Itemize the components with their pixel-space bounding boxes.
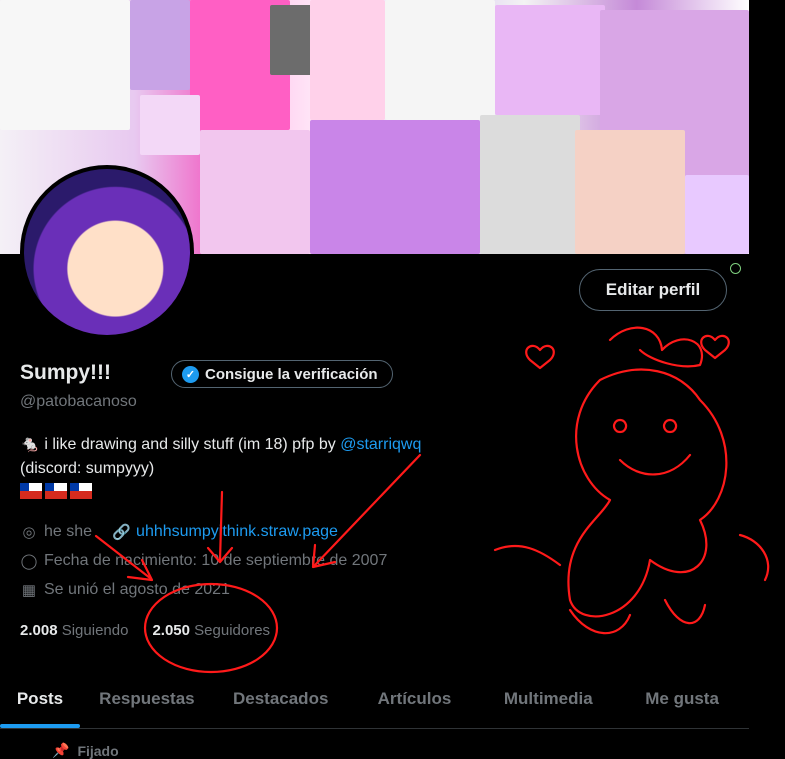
tab-likes[interactable]: Me gusta	[615, 670, 749, 728]
tab-articles[interactable]: Artículos	[348, 670, 482, 728]
tab-posts[interactable]: Posts	[0, 670, 80, 728]
status-dot	[730, 263, 741, 274]
followers-count[interactable]: 2.050 Seguidores	[152, 622, 270, 639]
verified-badge-icon: ✓	[182, 365, 199, 383]
banner-art-standing	[200, 130, 310, 254]
following-label: Siguiendo	[61, 622, 129, 639]
annotation-doodle-arms	[493, 533, 770, 582]
bio-line2: (discord: sumpyyy)	[20, 460, 155, 477]
followers-label: Seguidores	[194, 622, 271, 639]
pinned-indicator: 📌 Fijado	[52, 742, 119, 759]
tabs-divider	[0, 728, 749, 729]
display-name: Sumpy!!!	[20, 361, 111, 384]
get-verified-label: Consigue la verificación	[205, 365, 378, 383]
website-link[interactable]: uhhhsumpyithink.straw.page	[136, 523, 338, 541]
following-value: 2.008	[20, 622, 58, 639]
banner-art-purple	[310, 120, 480, 254]
bio-text: 🐁 i like drawing and silly stuff (im 18)…	[20, 436, 341, 453]
annotation-doodle-character	[567, 368, 728, 618]
banner-art-pixel	[270, 5, 315, 75]
chile-flag-icon	[45, 483, 67, 499]
pronouns: he she	[44, 523, 93, 540]
banner-art-bunny	[310, 0, 385, 120]
chile-flag-icon	[70, 483, 92, 499]
annotation-doodle-mouth	[618, 453, 692, 476]
banner-art-small	[140, 95, 200, 155]
tab-media[interactable]: Multimedia	[481, 670, 615, 728]
edit-profile-button[interactable]: Editar perfil	[579, 269, 727, 311]
joined-row: ▦ Se unió el agosto de 2021	[20, 581, 230, 599]
tab-replies[interactable]: Respuestas	[80, 670, 214, 728]
annotation-doodle-bow	[608, 326, 703, 368]
banner-art-girl	[495, 5, 605, 115]
birthday-row: ◯ Fecha de nacimiento: 10 de septiembre …	[20, 552, 388, 570]
tab-highlights[interactable]: Destacados	[214, 670, 348, 728]
handle: @patobacanoso	[20, 393, 137, 410]
pinned-label: Fijado	[77, 742, 119, 759]
profile-tabs: Posts Respuestas Destacados Artículos Mu…	[0, 670, 749, 728]
joined-text: Se unió el agosto de 2021	[44, 581, 230, 598]
pin-icon: 📌	[52, 742, 70, 758]
banner-art-sketch	[0, 0, 130, 130]
banner-art-lineart	[385, 0, 495, 120]
follow-counts: 2.008 Siguiendo 2.050 Seguidores	[20, 622, 270, 639]
banner-art-chibi	[130, 0, 190, 90]
banner-art-gray	[480, 115, 580, 254]
avatar[interactable]	[20, 165, 194, 339]
banner-art-bunny2	[575, 130, 685, 254]
banner-art-pixel2	[685, 175, 749, 254]
annotation-heart-2	[700, 334, 730, 360]
meta-row-1: ◎ he she 🔗 uhhhsumpyithink.straw.page	[20, 523, 338, 541]
annotation-heart-1	[525, 344, 555, 370]
location-icon: ◎	[22, 524, 36, 541]
scrollbar-region	[749, 0, 785, 759]
get-verified-button[interactable]: ✓ Consigue la verificación	[171, 360, 393, 388]
link-icon: 🔗	[112, 524, 131, 541]
annotation-doodle-eyes	[612, 418, 678, 434]
calendar-icon: ▦	[21, 582, 37, 599]
annotation-doodle-feet	[568, 598, 707, 635]
avatar-image	[24, 169, 190, 335]
following-count[interactable]: 2.008 Siguiendo	[20, 622, 128, 639]
birthday-text: Fecha de nacimiento: 10 de septiembre de…	[44, 552, 388, 569]
bio: 🐁 i like drawing and silly stuff (im 18)…	[20, 433, 560, 481]
followers-value: 2.050	[152, 622, 190, 639]
bio-flags	[20, 483, 92, 499]
balloon-icon: ◯	[20, 553, 38, 570]
chile-flag-icon	[20, 483, 42, 499]
bio-mention-link[interactable]: @starriqwq	[340, 436, 421, 453]
